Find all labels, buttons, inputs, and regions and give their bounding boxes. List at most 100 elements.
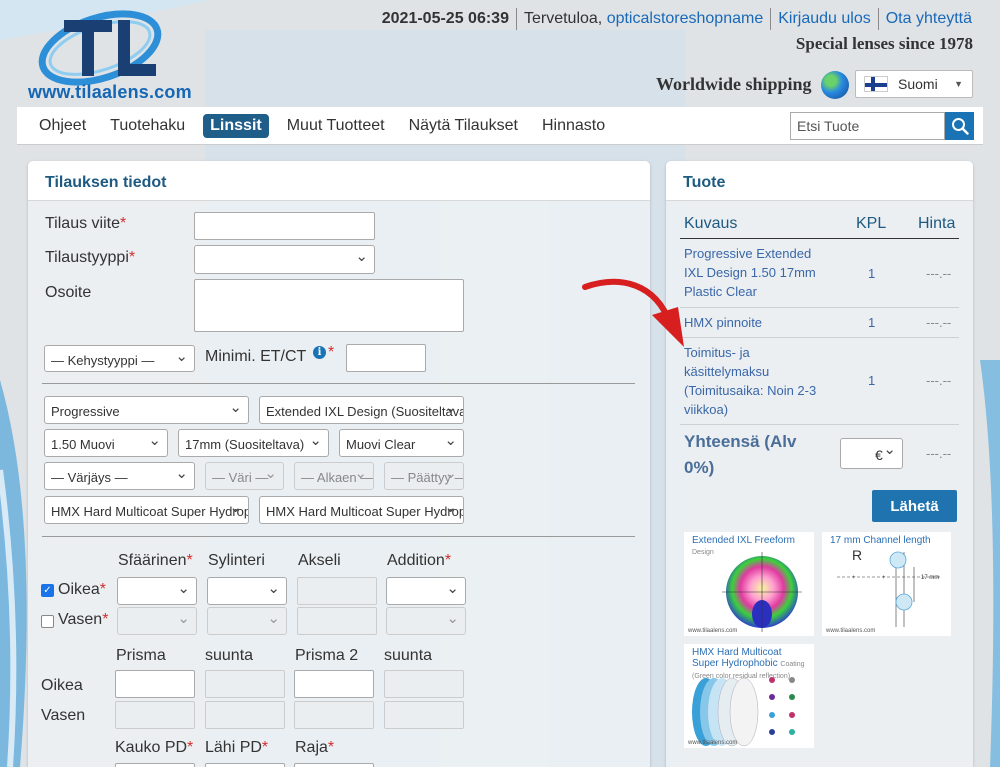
sphere-header: Sfäärinen*	[118, 552, 193, 569]
currency-select[interactable]: €	[840, 438, 903, 469]
lens-map-icon	[722, 552, 802, 632]
order-type-select[interactable]	[194, 245, 375, 274]
left-axis-input[interactable]	[297, 607, 377, 635]
table-row-desc: Progressive Extended IXL Design 1.50 17m…	[684, 246, 816, 299]
contact-link[interactable]: Ota yhteyttä	[886, 10, 972, 28]
right-cyl-select[interactable]	[207, 577, 287, 605]
coating-thumbnail[interactable]: HMX Hard Multicoat Super Hydrophobic Coat…	[684, 644, 814, 748]
divider	[42, 536, 635, 537]
near-pd-input[interactable]	[205, 763, 285, 767]
table-row-desc: Toimitus- ja käsittelymaksu (Toimitusaik…	[684, 345, 817, 417]
logo-url-text: www.tilaalens.com	[28, 82, 192, 102]
svg-text:+: +	[882, 575, 886, 581]
divider	[877, 8, 879, 30]
right-axis-input[interactable]	[297, 577, 377, 605]
thumb-site: www.tilaalens.com	[826, 628, 876, 634]
nav-item-ohjeet[interactable]: Ohjeet	[27, 117, 98, 135]
right-direction2-input[interactable]	[384, 670, 464, 698]
far-pd-input[interactable]	[115, 763, 195, 767]
right-direction-input[interactable]	[205, 670, 285, 698]
right-prism-input[interactable]	[115, 670, 195, 698]
channel-length-thumbnail[interactable]: 17 mm Channel length R 17 mm + + www.til…	[822, 532, 951, 636]
language-label: Suomi	[898, 76, 938, 92]
table-row-price: ---.--	[926, 373, 952, 388]
caret-down-icon: ▼	[954, 79, 963, 89]
coating1-select[interactable]: HMX Hard Multicoat Super Hydrophobic	[44, 496, 249, 524]
welcome-text: Tervetuloa,	[523, 10, 603, 27]
coating2-select[interactable]: HMX Hard Multicoat Super Hydrophobic	[259, 496, 464, 524]
min-et-input[interactable]	[346, 344, 426, 372]
thumb-site: www.tilaalens.com	[688, 740, 738, 746]
clear-select[interactable]: Muovi Clear	[339, 429, 464, 457]
end-select[interactable]: — Päättyy —	[384, 462, 464, 490]
table-row-price: ---.--	[926, 315, 952, 330]
left-direction-input[interactable]	[205, 701, 285, 729]
search-button[interactable]	[945, 112, 974, 140]
left-prism2-input[interactable]	[294, 701, 374, 729]
left-eye-checkbox[interactable]	[41, 615, 54, 628]
table-row-desc: HMX pinnoite	[684, 315, 763, 330]
frame-type-select[interactable]: — Kehystyyppi —	[44, 345, 195, 372]
nav-items: Ohjeet Tuotehaku Linssit Muut Tuotteet Näytä…	[27, 107, 617, 145]
table-header-line	[680, 238, 959, 239]
near-pd-label: Lähi PD*	[205, 739, 269, 756]
prism-header: Prisma	[116, 647, 166, 664]
left-prism-input[interactable]	[115, 701, 195, 729]
nav-item-muut-tuotteet[interactable]: Muut Tuotteet	[275, 117, 397, 135]
finland-flag-icon	[864, 76, 888, 92]
edge-label: Raja*	[295, 739, 335, 756]
material-select[interactable]: 1.50 Muovi	[44, 429, 168, 457]
far-pd-label: Kauko PD*	[115, 739, 194, 756]
product-title: Tuote	[666, 161, 973, 201]
left-direction2-input[interactable]	[384, 701, 464, 729]
username-link[interactable]: opticalstoreshopname	[607, 10, 764, 28]
search-icon	[951, 118, 969, 135]
thumb-site: www.tilaalens.com	[688, 628, 738, 634]
design-select[interactable]: Extended IXL Design (Suositeltava)	[259, 396, 464, 424]
corridor-select[interactable]: 17mm (Suositeltava)	[178, 429, 329, 457]
right-prism2-input[interactable]	[294, 670, 374, 698]
datetime: 2021-05-25 06:39	[381, 10, 509, 27]
row-divider	[680, 424, 959, 425]
lens-type-select[interactable]: Progressive	[44, 396, 249, 424]
left-cyl-select[interactable]	[207, 607, 287, 635]
left-add-select[interactable]	[386, 607, 466, 635]
direction-header: suunta	[205, 647, 254, 664]
ref-input[interactable]	[194, 212, 375, 240]
color-select[interactable]: — Väri —	[205, 462, 284, 490]
freeform-design-thumbnail[interactable]: Extended IXL Freeform Design www.tilaalen…	[684, 532, 814, 636]
globe-icon	[821, 71, 849, 99]
divider	[42, 383, 635, 384]
start-select[interactable]: — Alkaen —	[294, 462, 374, 490]
svg-text:+: +	[852, 575, 856, 581]
axis-header: Akseli	[298, 552, 341, 569]
prism-left-label: Vasen	[41, 707, 86, 724]
order-details-title: Tilauksen tiedot	[28, 161, 650, 201]
nav-item-linssit[interactable]: Linssit	[203, 114, 269, 138]
nav-item-tuotehaku[interactable]: Tuotehaku	[98, 117, 197, 135]
send-button[interactable]: Lähetä	[872, 490, 957, 522]
tint-select[interactable]: — Värjäys —	[44, 462, 195, 490]
direction2-header: suunta	[384, 647, 433, 664]
main-nav: Ohjeet Tuotehaku Linssit Muut Tuotteet Näytä…	[17, 107, 983, 145]
info-icon[interactable]: i	[313, 346, 326, 359]
col-price: Hinta	[918, 215, 956, 232]
row-divider	[680, 337, 959, 338]
divider	[770, 8, 772, 30]
coating-layers-icon	[692, 677, 795, 747]
address-textarea[interactable]	[194, 279, 464, 332]
right-sphere-select[interactable]	[117, 577, 197, 605]
left-sphere-select[interactable]	[117, 607, 197, 635]
language-select[interactable]: Suomi ▼	[855, 70, 973, 98]
nav-item-näytä-tilaukset[interactable]: Näytä Tilaukset	[397, 117, 530, 135]
right-add-select[interactable]	[386, 577, 466, 605]
red-arrow-annotation	[582, 278, 684, 347]
site-logo[interactable]: www.tilaalens.com	[22, 6, 197, 102]
channel-diagram-icon: + +	[837, 551, 942, 627]
shipping-text: Worldwide shipping	[656, 74, 812, 94]
edge-input[interactable]	[294, 763, 374, 767]
right-eye-checkbox[interactable]: ✓	[41, 584, 54, 597]
search-input[interactable]	[790, 112, 945, 140]
logout-link[interactable]: Kirjaudu ulos	[778, 10, 871, 28]
nav-item-hinnasto[interactable]: Hinnasto	[530, 117, 617, 135]
